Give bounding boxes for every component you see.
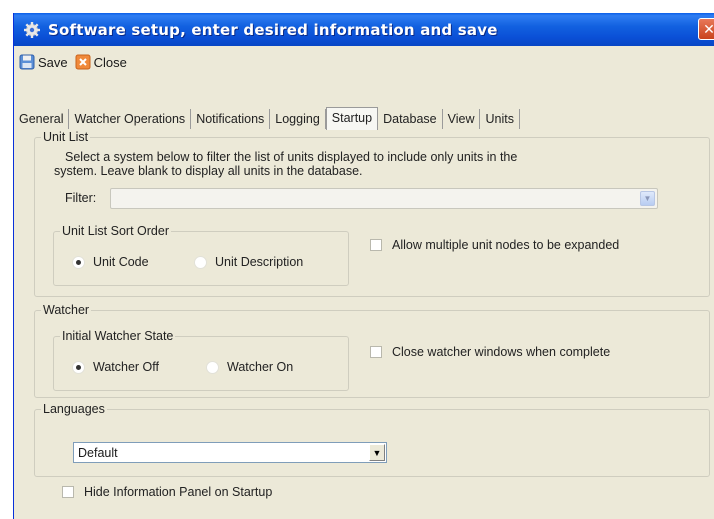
radio-indicator [72,255,85,269]
close-icon [74,53,92,71]
radio-indicator [72,360,85,374]
allow-multiple-label: Allow multiple unit nodes to be expanded [392,238,620,252]
hide-info-panel-label: Hide Information Panel on Startup [84,485,273,499]
tab-view[interactable]: View [443,109,481,129]
tab-units[interactable]: Units [480,109,520,129]
sort-order-legend: Unit List Sort Order [60,224,171,238]
checkbox-box [370,346,382,358]
tab-general[interactable]: General [14,109,70,129]
filter-label: Filter: [65,191,97,205]
languages-select-value: Default [78,446,118,460]
filter-select[interactable]: ▼ [110,188,658,209]
save-icon [18,53,36,71]
gear-icon [22,20,42,40]
watcher-group: Watcher Initial Watcher State Watcher Of… [34,303,710,398]
unit-list-description-line2: system. Leave blank to display all units… [54,164,363,178]
save-button[interactable]: Save [18,53,68,71]
chevron-down-icon[interactable]: ▼ [369,444,385,461]
hide-info-panel-checkbox[interactable]: Hide Information Panel on Startup [62,485,272,499]
languages-legend: Languages [41,402,107,416]
watcher-legend: Watcher [41,303,92,317]
tab-startup[interactable]: Startup [325,107,379,130]
toolbar: Save Close [14,46,714,78]
languages-select[interactable]: Default ▼ [73,442,387,463]
window-close-button[interactable]: ✕ [698,18,714,40]
tab-watcher-operations[interactable]: Watcher Operations [69,109,192,129]
radio-watcher-off-label: Watcher Off [93,360,159,374]
setup-window: Software setup, enter desired informatio… [13,13,714,519]
close-label: Close [93,54,127,70]
title-bar[interactable]: Software setup, enter desired informatio… [14,13,714,46]
close-button[interactable]: Close [74,53,127,71]
tab-database[interactable]: Database [378,109,443,129]
radio-unit-description[interactable]: Unit Description [194,255,303,269]
save-label: Save [38,54,68,70]
radio-unit-code[interactable]: Unit Code [72,255,149,269]
close-watcher-windows-label: Close watcher windows when complete [392,345,611,359]
sort-order-group: Unit List Sort Order Unit Code Unit Desc… [53,224,349,286]
radio-watcher-on-label: Watcher On [227,360,294,374]
initial-watcher-state-group: Initial Watcher State Watcher Off Watche… [53,329,349,391]
window-title: Software setup, enter desired informatio… [48,20,498,39]
close-watcher-windows-checkbox[interactable]: Close watcher windows when complete [370,345,610,359]
radio-unit-description-label: Unit Description [215,255,304,269]
radio-indicator [194,255,207,269]
checkbox-box [370,239,382,251]
tab-logging[interactable]: Logging [270,109,326,129]
tab-notifications[interactable]: Notifications [191,109,271,129]
radio-watcher-off[interactable]: Watcher Off [72,360,159,374]
unit-list-legend: Unit List [41,130,91,144]
chevron-down-icon[interactable]: ▼ [640,191,655,206]
radio-watcher-on[interactable]: Watcher On [206,360,293,374]
unit-list-description-line1: Select a system below to filter the list… [65,150,518,164]
checkbox-box [62,486,74,498]
languages-group: Languages Default ▼ [34,402,710,477]
initial-watcher-state-legend: Initial Watcher State [60,329,176,343]
radio-indicator [206,360,219,374]
allow-multiple-checkbox[interactable]: Allow multiple unit nodes to be expanded [370,238,619,252]
radio-unit-code-label: Unit Code [93,255,149,269]
tab-strip: General Watcher Operations Notifications… [14,107,520,130]
unit-list-group: Unit List Select a system below to filte… [34,130,710,297]
